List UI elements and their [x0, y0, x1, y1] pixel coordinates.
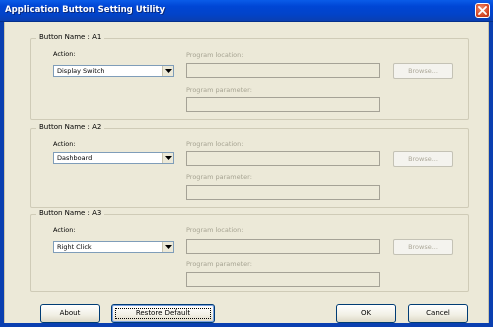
focus-indicator	[115, 308, 211, 319]
dropdown-button[interactable]	[162, 153, 173, 163]
about-button[interactable]: About	[40, 304, 100, 323]
window-frame-bottom	[0, 323, 493, 327]
action-label: Action:	[53, 226, 76, 234]
program-location-label: Program location:	[186, 226, 244, 234]
action-select[interactable]: Display Switch	[53, 65, 174, 77]
group-legend: Button Name : A2	[36, 123, 105, 131]
browse-button[interactable]: Browse...	[393, 239, 453, 255]
action-select-value: Display Switch	[57, 67, 105, 75]
restore-default-button[interactable]: Restore Default	[111, 304, 215, 323]
program-parameter-field[interactable]	[186, 97, 380, 112]
title-bar[interactable]: Application Button Setting Utility	[0, 0, 493, 22]
button-group-a3: Button Name : A3 Action: Right Click Pro…	[30, 209, 469, 292]
action-select-value: Dashboard	[57, 154, 93, 162]
program-parameter-field[interactable]	[186, 272, 380, 287]
close-icon	[478, 6, 487, 15]
window-frame-right	[489, 22, 493, 327]
program-parameter-field[interactable]	[186, 185, 380, 200]
button-group-a1: Button Name : A1 Action: Display Switch …	[30, 33, 469, 120]
ok-button[interactable]: OK	[336, 304, 396, 323]
cancel-button[interactable]: Cancel	[408, 304, 468, 323]
program-location-field[interactable]	[186, 63, 380, 78]
program-location-label: Program location:	[186, 51, 244, 59]
action-select[interactable]: Dashboard	[53, 152, 174, 164]
window-title: Application Button Setting Utility	[5, 5, 166, 15]
group-legend: Button Name : A3	[36, 209, 105, 217]
action-label: Action:	[53, 50, 76, 58]
action-label: Action:	[53, 140, 76, 148]
program-location-field[interactable]	[186, 151, 380, 166]
chevron-down-icon	[165, 245, 172, 249]
chevron-down-icon	[165, 156, 172, 160]
program-location-field[interactable]	[186, 239, 380, 254]
close-button[interactable]	[475, 3, 490, 18]
group-legend: Button Name : A1	[36, 33, 105, 41]
button-group-a2: Button Name : A2 Action: Dashboard Progr…	[30, 123, 469, 208]
action-select-value: Right Click	[57, 243, 92, 251]
browse-button[interactable]: Browse...	[393, 63, 453, 79]
program-parameter-label: Program parameter:	[186, 86, 252, 94]
chevron-down-icon	[165, 69, 172, 73]
action-select[interactable]: Right Click	[53, 241, 174, 253]
program-location-label: Program location:	[186, 140, 244, 148]
program-parameter-label: Program parameter:	[186, 260, 252, 268]
dropdown-button[interactable]	[162, 66, 173, 76]
dropdown-button[interactable]	[162, 242, 173, 252]
program-parameter-label: Program parameter:	[186, 173, 252, 181]
browse-button[interactable]: Browse...	[393, 151, 453, 167]
